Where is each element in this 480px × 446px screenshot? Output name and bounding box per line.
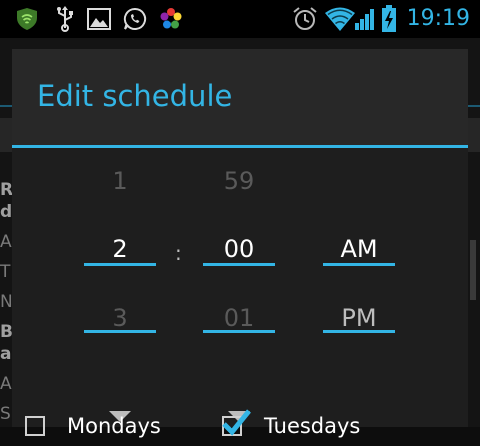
day-option-mondays[interactable]: Mondays [25,414,161,446]
clock: 19:19 [406,6,470,31]
ampm-next-value[interactable]: PM [323,304,395,332]
flower-app-icon [159,0,183,38]
wifi-icon [324,0,356,38]
hour-picker[interactable]: 1 2 3 [84,148,156,438]
ampm-picker[interactable]: AM PM [323,148,395,438]
hour-current-value[interactable]: 2 [84,235,156,263]
ampm-selection-line-top [323,263,395,266]
minute-next-value[interactable]: 01 [203,304,275,332]
background-list: R d A T N B a A S [0,175,13,429]
hour-selection-line-top [84,263,156,266]
tuesdays-label: Tuesdays [264,414,361,438]
edit-schedule-dialog: Edit schedule 1 2 3 : 59 00 01 AM PM [12,49,468,427]
hour-next-value[interactable]: 3 [84,304,156,332]
whatsapp-icon [123,0,147,38]
dialog-title-bar: Edit schedule [12,49,468,145]
ampm-current-value[interactable]: AM [323,235,395,263]
minute-selection-line-top [203,263,275,266]
time-separator: : [175,241,182,265]
mondays-checkbox[interactable] [25,416,45,436]
mondays-label: Mondays [67,414,161,438]
dialog-title: Edit schedule [37,79,233,113]
background-scrollbar [470,240,476,300]
battery-charging-icon [381,0,397,38]
checkmark-icon [222,409,251,436]
tuesdays-checkbox[interactable] [222,409,251,436]
minute-current-value[interactable]: 00 [203,235,275,263]
background-letter: A [0,374,12,394]
usb-icon [55,0,75,38]
day-option-tuesdays[interactable]: Tuesdays [222,409,361,446]
minute-picker[interactable]: 59 00 01 [203,148,275,438]
gallery-icon [87,0,111,38]
background-letter: N [0,292,13,312]
background-letter: a [0,344,12,364]
background-letter: S [0,404,11,424]
signal-icon [354,0,376,38]
background-letter: A [0,232,12,252]
background-letter: d [0,202,13,222]
minute-previous-value[interactable]: 59 [203,167,275,195]
background-letter: T [0,262,11,282]
shield-icon [16,0,38,38]
alarm-icon [292,0,318,38]
status-bar: 19:19 [0,0,480,38]
hour-previous-value[interactable]: 1 [84,167,156,195]
